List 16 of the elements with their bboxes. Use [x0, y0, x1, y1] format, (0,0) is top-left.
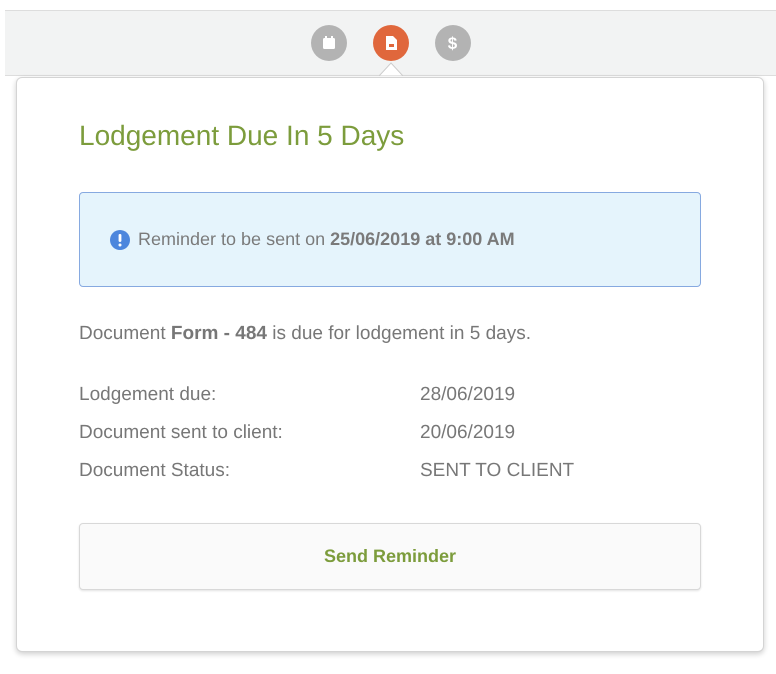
toolbar-tab[interactable]: $ [434, 25, 470, 61]
detail-label: Document Status: [79, 459, 232, 484]
send-reminder-button[interactable]: Send Reminder [79, 522, 701, 590]
document-icon [384, 35, 398, 51]
detail-label: Lodgement due: [79, 383, 218, 408]
popover-title: Lodgement Due In 5 Days [79, 119, 406, 153]
detail-value: SENT TO CLIENT [420, 459, 574, 484]
detail-label: Document sent to client: [79, 421, 284, 446]
info-icon [110, 230, 130, 250]
detail-value: 28/06/2019 [420, 383, 516, 408]
reminder-text: Reminder to be sent on 25/06/2019 at 9:00 AM [138, 228, 515, 251]
detail-value: 20/06/2019 [420, 421, 516, 446]
toolbar-tab[interactable] [310, 25, 346, 61]
document-message: Document Form - 484 is due for lodgement in 5 days. [79, 322, 532, 346]
calendar-icon [320, 35, 336, 51]
toolbar-tab[interactable] [372, 25, 408, 61]
